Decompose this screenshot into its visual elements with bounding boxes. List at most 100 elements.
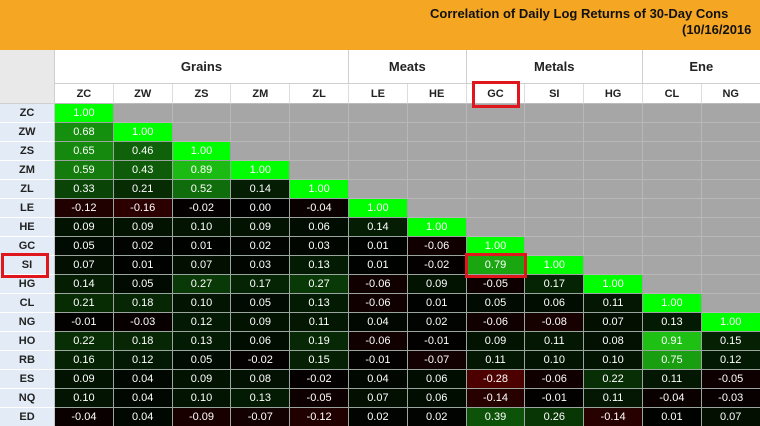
correlation-cell: 0.05 — [172, 351, 232, 370]
correlation-cell: 0.01 — [113, 256, 173, 275]
correlation-cell: -0.08 — [525, 313, 585, 332]
correlation-cell: 0.06 — [290, 218, 349, 237]
empty-cell — [643, 237, 702, 256]
correlation-cell: 0.12 — [701, 351, 760, 370]
correlation-cell: 0.04 — [349, 313, 408, 332]
empty-cell — [349, 104, 408, 123]
correlation-cell: 0.07 — [172, 256, 232, 275]
correlation-cell: 0.11 — [643, 370, 702, 389]
empty-cell — [701, 199, 760, 218]
correlation-cell: 0.17 — [231, 275, 291, 294]
correlation-cell: 1.00 — [701, 313, 760, 332]
correlation-cell: -0.01 — [349, 351, 408, 370]
empty-cell — [290, 161, 349, 180]
row-header-rb: RB — [0, 351, 55, 370]
empty-cell — [701, 218, 760, 237]
empty-cell — [643, 142, 702, 161]
empty-cell — [701, 142, 760, 161]
row-header-si: SI — [0, 256, 55, 275]
page-subtitle-date: (10/16/2016 — [682, 22, 752, 37]
correlation-cell: 0.27 — [290, 275, 349, 294]
correlation-cell: -0.06 — [349, 332, 408, 351]
correlation-cell: 1.00 — [584, 275, 643, 294]
correlation-cell: 1.00 — [113, 123, 173, 142]
correlation-cell: 0.02 — [407, 408, 467, 426]
correlation-cell: 0.09 — [172, 370, 232, 389]
empty-cell — [231, 104, 291, 123]
row-header-ho: HO — [0, 332, 55, 351]
empty-cell — [643, 180, 702, 199]
correlation-cell: 0.65 — [55, 142, 114, 161]
row-header-hg: HG — [0, 275, 55, 294]
correlation-cell: 0.04 — [113, 389, 173, 408]
row-header-es: ES — [0, 370, 55, 389]
correlation-cell: 0.13 — [643, 313, 702, 332]
correlation-cell: 0.18 — [113, 294, 173, 313]
correlation-cell: -0.04 — [290, 199, 349, 218]
correlation-cell: 0.02 — [231, 237, 291, 256]
correlation-cell: -0.03 — [113, 313, 173, 332]
empty-cell — [290, 142, 349, 161]
correlation-cell: 0.46 — [113, 142, 173, 161]
empty-cell — [584, 142, 643, 161]
empty-cell — [349, 123, 408, 142]
correlation-cell: 0.08 — [231, 370, 291, 389]
row-header-gc: GC — [0, 237, 55, 256]
empty-cell — [525, 199, 585, 218]
row-header-ed: ED — [0, 408, 55, 426]
correlation-cell: -0.12 — [55, 199, 114, 218]
correlation-cell: 0.21 — [55, 294, 114, 313]
correlation-cell: -0.16 — [113, 199, 173, 218]
correlation-cell: 0.11 — [290, 313, 349, 332]
correlation-cell: 0.06 — [231, 332, 291, 351]
column-header-zw: ZW — [113, 84, 173, 104]
correlation-cell: 0.26 — [525, 408, 585, 426]
correlation-cell: 0.10 — [525, 351, 585, 370]
correlation-cell: -0.04 — [55, 408, 114, 426]
empty-cell — [584, 123, 643, 142]
correlation-cell: 1.00 — [172, 142, 232, 161]
correlation-cell: 0.04 — [113, 408, 173, 426]
correlation-cell: 0.08 — [584, 332, 643, 351]
correlation-cell: -0.12 — [290, 408, 349, 426]
empty-cell — [349, 180, 408, 199]
correlation-cell: -0.28 — [466, 370, 526, 389]
column-header-le: LE — [349, 84, 408, 104]
correlation-cell: 0.10 — [172, 218, 232, 237]
correlation-cell: 0.22 — [584, 370, 643, 389]
empty-cell — [466, 218, 526, 237]
empty-cell — [643, 104, 702, 123]
correlation-cell: -0.05 — [466, 275, 526, 294]
page-title: Correlation of Daily Log Returns of 30-D… — [430, 6, 729, 21]
column-header-zs: ZS — [172, 84, 232, 104]
empty-cell — [525, 161, 585, 180]
correlation-cell: -0.02 — [290, 370, 349, 389]
empty-cell — [701, 256, 760, 275]
empty-cell — [643, 199, 702, 218]
correlation-cell: -0.07 — [231, 408, 291, 426]
correlation-cell: 0.11 — [584, 389, 643, 408]
empty-cell — [290, 123, 349, 142]
empty-cell — [407, 180, 467, 199]
column-header-ng: NG — [701, 84, 760, 104]
correlation-cell: 1.00 — [290, 180, 349, 199]
correlation-cell: 0.00 — [231, 199, 291, 218]
correlation-cell: 0.04 — [349, 370, 408, 389]
correlation-cell: 0.10 — [172, 294, 232, 313]
empty-cell — [466, 161, 526, 180]
row-header-he: HE — [0, 218, 55, 237]
column-header-si: SI — [525, 84, 585, 104]
correlation-cell: 0.52 — [172, 180, 232, 199]
empty-cell — [407, 142, 467, 161]
correlation-cell: 0.11 — [584, 294, 643, 313]
group-header-ene: Ene — [643, 50, 760, 84]
correlation-cell: 0.16 — [55, 351, 114, 370]
empty-cell — [466, 142, 526, 161]
correlation-cell: 0.09 — [55, 370, 114, 389]
column-header-gc: GC — [466, 84, 526, 104]
correlation-cell: -0.02 — [407, 256, 467, 275]
correlation-cell: 0.19 — [290, 332, 349, 351]
empty-cell — [643, 275, 702, 294]
correlation-cell: 0.43 — [113, 161, 173, 180]
empty-cell — [231, 123, 291, 142]
